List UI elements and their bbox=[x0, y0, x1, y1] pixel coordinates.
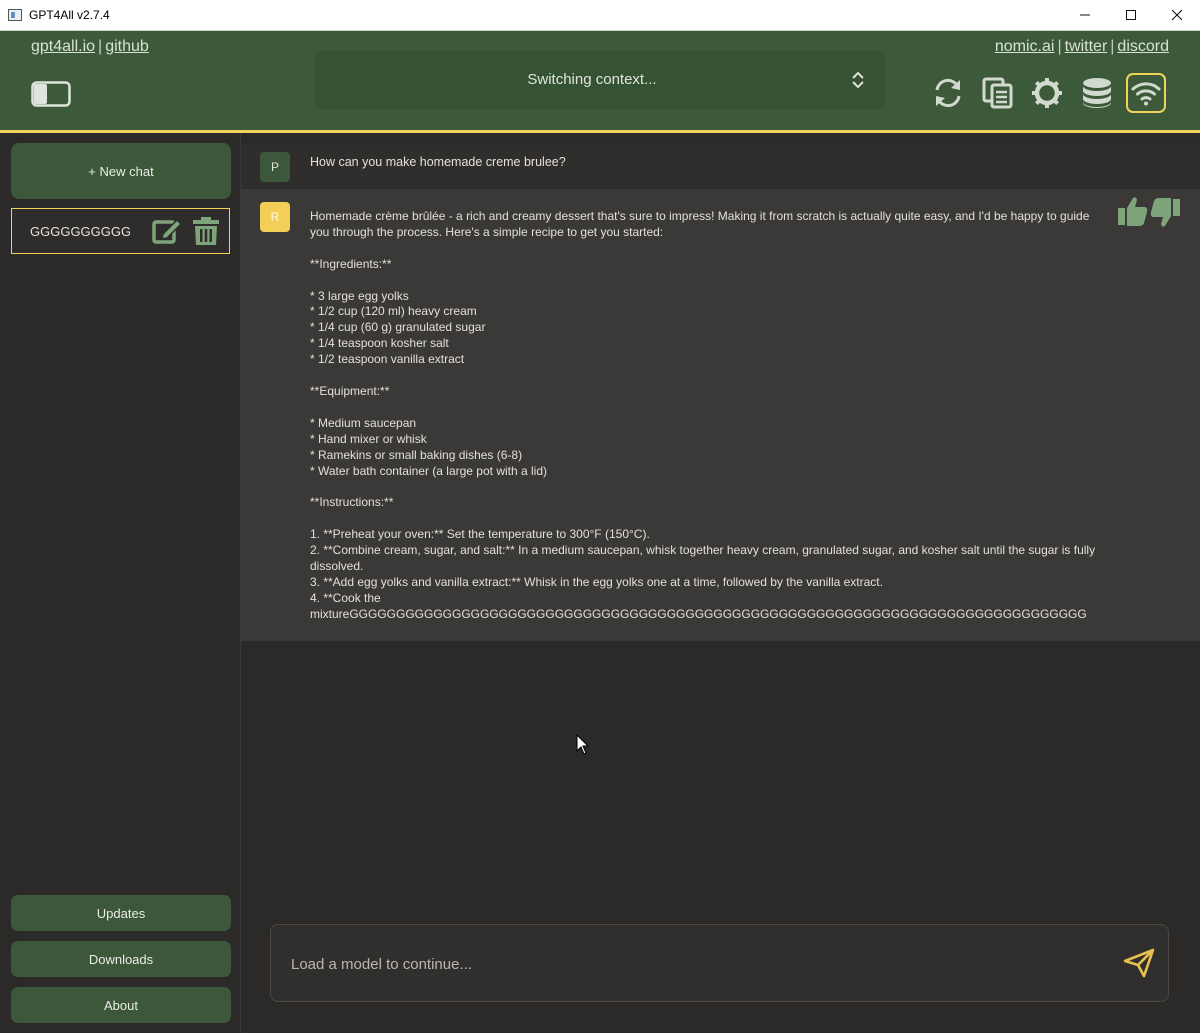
delete-chat-button[interactable] bbox=[192, 216, 220, 251]
close-icon bbox=[1171, 9, 1183, 21]
maximize-icon bbox=[1126, 10, 1136, 20]
model-selector-label: Switching context... bbox=[527, 71, 657, 88]
minimize-icon bbox=[1080, 14, 1090, 16]
trash-icon bbox=[193, 217, 219, 245]
prompt-text: How can you make homemade creme brulee? bbox=[310, 155, 566, 169]
new-chat-button[interactable]: + New chat bbox=[11, 143, 231, 199]
sidebar-toggle-icon bbox=[31, 81, 71, 107]
response-message: R Homemade crème brûlée - a rich and cre… bbox=[241, 189, 1200, 641]
thumbs-up-icon[interactable] bbox=[1117, 195, 1149, 229]
link-gpt4all[interactable]: gpt4all.io bbox=[31, 38, 95, 55]
minimize-button[interactable] bbox=[1062, 0, 1108, 30]
link-nomic[interactable]: nomic.ai bbox=[995, 38, 1055, 55]
prompt-message: P How can you make homemade creme brulee… bbox=[241, 145, 1200, 189]
chevron-up-down-icon bbox=[852, 71, 864, 89]
database-icon bbox=[1082, 78, 1111, 108]
model-selector[interactable]: Switching context... bbox=[314, 51, 885, 109]
window-title: GPT4All v2.7.4 bbox=[29, 8, 110, 22]
reset-context-icon bbox=[935, 78, 961, 108]
updates-button[interactable]: Updates bbox=[11, 895, 231, 931]
prompt-avatar: P bbox=[260, 152, 290, 182]
maximize-button[interactable] bbox=[1108, 0, 1154, 30]
window-titlebar: GPT4All v2.7.4 bbox=[0, 0, 1200, 31]
models-database-button[interactable] bbox=[1077, 73, 1117, 113]
thumbs-down-icon[interactable] bbox=[1149, 195, 1181, 229]
mouse-cursor-icon bbox=[576, 734, 590, 755]
edit-chat-button[interactable] bbox=[152, 217, 183, 250]
about-button[interactable]: About bbox=[11, 987, 231, 1023]
link-github[interactable]: github bbox=[105, 38, 149, 55]
link-separator: | bbox=[98, 38, 103, 55]
downloads-button[interactable]: Downloads bbox=[11, 941, 231, 977]
network-icon bbox=[1131, 82, 1161, 106]
chat-list-item[interactable]: GGGGGGGGGGG... bbox=[11, 208, 230, 254]
response-text: Homemade crème brûlée - a rich and cream… bbox=[310, 209, 1096, 621]
link-separator: | bbox=[1057, 38, 1062, 55]
conversation-view: P How can you make homemade creme brulee… bbox=[241, 133, 1200, 641]
message-input-box bbox=[270, 924, 1169, 1002]
response-avatar: R bbox=[260, 202, 290, 232]
link-discord[interactable]: discord bbox=[1117, 38, 1169, 55]
sidebar-toggle-button[interactable] bbox=[31, 81, 71, 107]
header-links-right: nomic.ai | twitter | discord bbox=[995, 38, 1169, 56]
chat-sidebar: + New chat GGGGGGGGGGG... Updates Downlo… bbox=[0, 133, 241, 1033]
network-toggle-button[interactable] bbox=[1126, 73, 1167, 113]
link-separator: | bbox=[1110, 38, 1115, 55]
close-window-button[interactable] bbox=[1154, 0, 1200, 30]
window-controls bbox=[1062, 0, 1200, 30]
settings-button[interactable] bbox=[1027, 73, 1067, 113]
edit-icon bbox=[152, 218, 183, 244]
app-header: gpt4all.io | github nomic.ai | twitter | disco… bbox=[0, 31, 1200, 133]
header-toolbar bbox=[928, 73, 1176, 113]
copy-conversation-icon bbox=[982, 77, 1013, 109]
copy-conversation-button[interactable] bbox=[978, 73, 1018, 113]
feedback-buttons bbox=[1117, 195, 1181, 229]
settings-icon bbox=[1032, 78, 1063, 108]
header-links-left: gpt4all.io | github bbox=[31, 38, 149, 56]
reset-context-button[interactable] bbox=[928, 73, 968, 113]
send-icon[interactable] bbox=[1123, 948, 1155, 978]
message-input[interactable] bbox=[289, 949, 1093, 979]
chat-item-name: GGGGGGGGGGG... bbox=[30, 224, 130, 239]
app-icon bbox=[8, 9, 22, 21]
link-twitter[interactable]: twitter bbox=[1065, 38, 1108, 55]
